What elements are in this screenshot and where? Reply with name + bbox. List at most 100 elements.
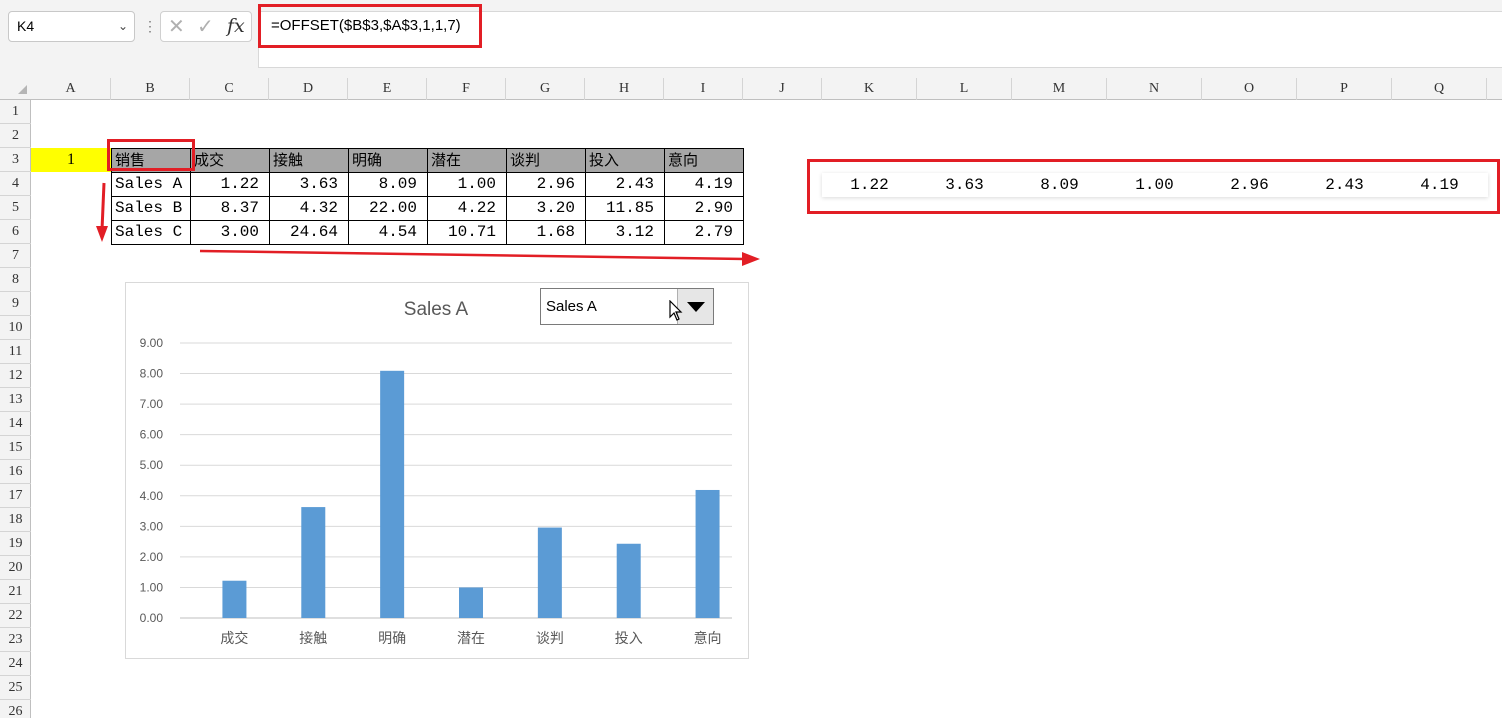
table-header-cell[interactable]: 接触 [269,148,349,173]
table-value-cell[interactable]: 24.64 [269,220,349,245]
table-value-cell[interactable]: 4.22 [427,196,507,221]
table-value-cell[interactable]: 11.85 [585,196,665,221]
row-header-11[interactable]: 11 [0,340,31,364]
column-header-h[interactable]: H [585,78,664,100]
row-header-3[interactable]: 3 [0,148,31,172]
row-header-7[interactable]: 7 [0,244,31,268]
column-header-i[interactable]: I [664,78,743,100]
formula-bar-area: K4 ⌄ ⋮ ✕ ✓ fx =OFFSET($B$3,$A$3,1,1,7) [0,0,1502,78]
column-header-f[interactable]: F [427,78,506,100]
table-header-cell[interactable]: 谈判 [506,148,586,173]
row-header-20[interactable]: 20 [0,556,31,580]
table-value-cell[interactable]: 3.20 [506,196,586,221]
x-tick-label: 谈判 [536,631,564,647]
row-header-9[interactable]: 9 [0,292,31,316]
row-header-21[interactable]: 21 [0,580,31,604]
row-header-22[interactable]: 22 [0,604,31,628]
table-value-cell[interactable]: 4.19 [664,172,744,197]
table-value-cell[interactable]: 2.79 [664,220,744,245]
b3-highlight-box [107,139,195,171]
row-header-6[interactable]: 6 [0,220,31,244]
name-box[interactable]: K4 ⌄ [8,11,135,42]
table-value-cell[interactable]: 1.68 [506,220,586,245]
row-header-26[interactable]: 26 [0,700,31,718]
table-value-cell[interactable]: 2.96 [506,172,586,197]
x-tick-label: 成交 [220,630,248,647]
row-header-18[interactable]: 18 [0,508,31,532]
table-header-cell[interactable]: 潜在 [427,148,507,173]
triangle-down-icon [687,302,705,312]
column-header-c[interactable]: C [190,78,269,100]
mouse-cursor-icon [669,300,683,321]
table-value-cell[interactable]: 1.00 [427,172,507,197]
chevron-down-icon[interactable]: ⌄ [118,12,128,41]
name-box-value: K4 [17,18,35,34]
result-highlight-box [807,159,1500,214]
row-header-10[interactable]: 10 [0,316,31,340]
table-value-cell[interactable]: 4.32 [269,196,349,221]
row-header-2[interactable]: 2 [0,124,31,148]
column-header-n[interactable]: N [1107,78,1202,100]
row-label-cell[interactable]: Sales A [111,172,191,197]
check-icon[interactable]: ✓ [197,14,214,39]
table-value-cell[interactable]: 3.63 [269,172,349,197]
sales-dropdown[interactable]: Sales A [540,288,714,325]
x-icon[interactable]: ✕ [168,14,185,39]
column-header-g[interactable]: G [506,78,585,100]
column-header-l[interactable]: L [917,78,1012,100]
y-tick-label: 6.00 [140,428,164,442]
column-header-d[interactable]: D [269,78,348,100]
table-header-cell[interactable]: 投入 [585,148,665,173]
arrow-down [96,182,108,242]
y-tick-label: 2.00 [140,550,164,564]
table-value-cell[interactable]: 3.12 [585,220,665,245]
column-header-a[interactable]: A [31,78,111,100]
row-header-19[interactable]: 19 [0,532,31,556]
table-value-cell[interactable]: 8.09 [348,172,428,197]
table-value-cell[interactable]: 1.22 [190,172,270,197]
column-header-b[interactable]: B [111,78,190,100]
table-value-cell[interactable]: 22.00 [348,196,428,221]
y-tick-label: 5.00 [140,458,164,472]
row-header-12[interactable]: 12 [0,364,31,388]
row-header-14[interactable]: 14 [0,412,31,436]
row-header-15[interactable]: 15 [0,436,31,460]
row-header-8[interactable]: 8 [0,268,31,292]
table-value-cell[interactable]: 4.54 [348,220,428,245]
table-value-cell[interactable]: 10.71 [427,220,507,245]
row-header-4[interactable]: 4 [0,172,31,196]
row-header-16[interactable]: 16 [0,460,31,484]
row-header-1[interactable]: 1 [0,100,31,124]
column-header-m[interactable]: M [1012,78,1107,100]
row-header-23[interactable]: 23 [0,628,31,652]
cell-a3[interactable]: 1 [31,148,111,172]
select-all-corner[interactable] [18,85,27,94]
table-header-cell[interactable]: 意向 [664,148,744,173]
more-options-icon[interactable]: ⋮ [143,14,157,38]
bar-5 [537,527,562,618]
column-header-o[interactable]: O [1202,78,1297,100]
sales-bar-chart[interactable]: 0.00 1.00 2.00 3.00 4.00 5.00 6.00 7.00 8.00 9.00… [125,282,749,659]
column-header-j[interactable]: J [743,78,822,100]
table-header-cell[interactable]: 成交 [190,148,270,173]
column-header-e[interactable]: E [348,78,427,100]
column-header-p[interactable]: P [1297,78,1392,100]
table-header-cell[interactable]: 明确 [348,148,428,173]
table-value-cell[interactable]: 2.90 [664,196,744,221]
row-label-cell[interactable]: Sales C [111,220,191,245]
x-tick-label: 投入 [615,631,643,647]
table-value-cell[interactable]: 8.37 [190,196,270,221]
bar-6 [616,543,641,618]
row-header-17[interactable]: 17 [0,484,31,508]
row-header-13[interactable]: 13 [0,388,31,412]
row-header-5[interactable]: 5 [0,196,31,220]
table-value-cell[interactable]: 3.00 [190,220,270,245]
fx-icon[interactable]: fx [227,15,245,37]
table-value-cell[interactable]: 2.43 [585,172,665,197]
row-header-24[interactable]: 24 [0,652,31,676]
column-header-k[interactable]: K [822,78,917,100]
x-tick-label: 潜在 [457,631,485,647]
column-header-q[interactable]: Q [1392,78,1487,100]
row-header-25[interactable]: 25 [0,676,31,700]
row-label-cell[interactable]: Sales B [111,196,191,221]
